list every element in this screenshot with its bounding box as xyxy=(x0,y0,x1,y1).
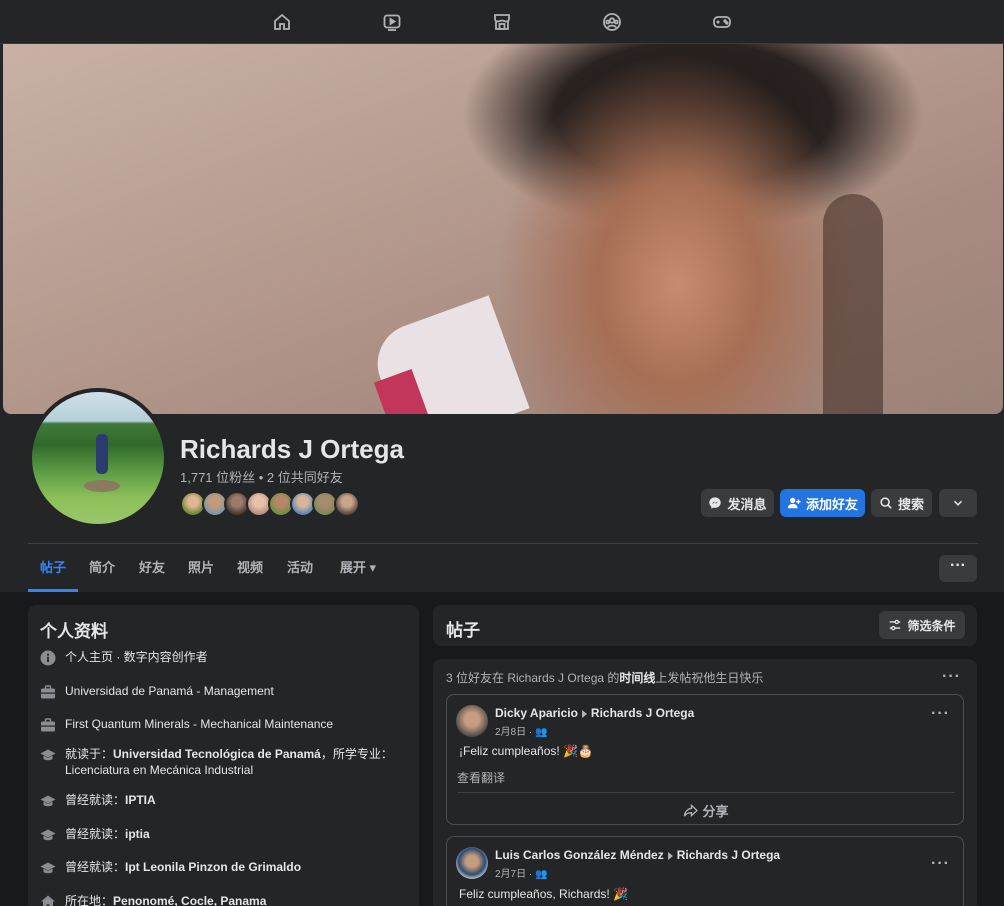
filter-button-label: 筛选条件 xyxy=(907,618,956,633)
intro-item-work: Universidad de Panamá - Management xyxy=(40,683,410,700)
intro-school[interactable]: Universidad Tecnológica de Panamá xyxy=(113,747,321,761)
intro-item-education: 曾经就读：iptia xyxy=(40,826,410,843)
post-author-line: Dicky Aparicio Richards J Ortega xyxy=(495,706,694,720)
messenger-icon xyxy=(709,497,722,509)
tab-more[interactable]: 展开 ▾ xyxy=(328,546,388,592)
intro-prefix: 所在地： xyxy=(65,894,114,906)
intro-suffix: ，所学专业： xyxy=(320,747,393,761)
briefcase-icon xyxy=(40,717,56,733)
share-icon xyxy=(684,803,699,818)
post-divider xyxy=(457,792,955,793)
tab-events[interactable]: 活动 xyxy=(278,546,322,592)
home-location-icon xyxy=(40,894,56,906)
timeline-link[interactable]: 时间线 xyxy=(619,671,655,685)
video-icon[interactable] xyxy=(382,12,402,32)
tab-friends[interactable]: 好友 xyxy=(130,546,174,592)
search-icon xyxy=(880,497,892,509)
post-more-icon[interactable]: ··· xyxy=(931,705,950,723)
post-text: ¡Feliz cumpleaños! 🎉🎂 xyxy=(459,744,593,758)
posts-title: 帖子 xyxy=(446,621,480,640)
cover-photo[interactable] xyxy=(3,44,1003,414)
more-options-button[interactable]: ··· xyxy=(939,555,977,582)
intro-item-text[interactable]: First Quantum Minerals - Mechanical Main… xyxy=(65,716,333,733)
intro-item-education: 曾经就读：IPTIA xyxy=(40,792,410,809)
post-card: Luis Carlos González Méndez Richards J Or… xyxy=(446,836,964,906)
marketplace-icon[interactable] xyxy=(492,12,512,32)
intro-title: 个人资料 xyxy=(40,622,108,641)
arrow-right-icon xyxy=(581,709,587,718)
post-target[interactable]: Richards J Ortega xyxy=(677,848,780,862)
filter-button[interactable]: 筛选条件 xyxy=(879,611,965,639)
add-friend-button[interactable]: 添加好友 xyxy=(780,489,865,517)
post-author[interactable]: Dicky Aparicio xyxy=(495,706,578,720)
expand-button[interactable] xyxy=(939,489,977,517)
message-button[interactable]: 发消息 xyxy=(701,489,774,517)
graduation-cap-icon xyxy=(40,827,56,843)
post-author-line: Luis Carlos González Méndez Richards J Or… xyxy=(495,848,780,862)
intro-item-work: First Quantum Minerals - Mechanical Main… xyxy=(40,716,410,733)
tab-videos[interactable]: 视频 xyxy=(228,546,272,592)
briefcase-icon xyxy=(40,684,56,700)
intro-prefix: 曾经就读： xyxy=(65,793,126,807)
groups-icon[interactable] xyxy=(602,12,622,32)
feed-header: 3 位好友在 Richards J Ortega 的时间线上发帖祝他生日快乐 xyxy=(446,671,764,685)
friends-privacy-icon: 👥 xyxy=(535,727,548,738)
intro-prefix: 曾经就读： xyxy=(65,860,126,874)
intro-location[interactable]: Penonomé, Cocle, Panama xyxy=(113,894,266,906)
post-date[interactable]: 2月8日 · 👥 xyxy=(495,723,547,738)
arrow-right-icon xyxy=(667,851,673,860)
search-button[interactable]: 搜索 xyxy=(871,489,932,517)
info-icon xyxy=(40,650,56,666)
home-icon[interactable] xyxy=(272,12,292,32)
post-author[interactable]: Luis Carlos González Méndez xyxy=(495,848,664,862)
tab-posts[interactable]: 帖子 xyxy=(28,546,78,592)
profile-picture[interactable] xyxy=(28,388,168,528)
chevron-down-icon xyxy=(953,500,963,506)
add-friend-button-label: 添加好友 xyxy=(805,496,858,512)
intro-school[interactable]: Ipt Leonila Pinzon de Grimaldo xyxy=(125,860,301,874)
intro-school[interactable]: iptia xyxy=(125,827,150,841)
share-button[interactable]: 分享 xyxy=(447,801,965,820)
intro-item-education: 曾经就读：Ipt Leonila Pinzon de Grimaldo xyxy=(40,859,410,876)
profile-stats[interactable]: 1,771 位粉丝 • 2 位共同好友 xyxy=(180,467,343,486)
filter-icon xyxy=(890,619,901,631)
avatar[interactable] xyxy=(456,847,488,879)
intro-prefix: 就读于： xyxy=(65,747,114,761)
top-nav-bar xyxy=(0,0,1004,44)
post-target[interactable]: Richards J Ortega xyxy=(591,706,694,720)
profile-name: Richards J Ortega xyxy=(180,434,404,464)
post-more-icon[interactable]: ··· xyxy=(931,855,950,873)
message-button-label: 发消息 xyxy=(727,496,767,512)
intro-card: 个人资料 个人主页 · 数字内容创作者 Universidad de Panam… xyxy=(28,605,419,906)
intro-item-text: 个人主页 · 数字内容创作者 xyxy=(65,650,208,664)
tab-photos[interactable]: 照片 xyxy=(179,546,223,592)
header-divider xyxy=(28,543,978,544)
friends-privacy-icon: 👥 xyxy=(535,869,548,880)
graduation-cap-icon xyxy=(40,747,56,763)
search-button-label: 搜索 xyxy=(897,496,924,512)
intro-major: Licenciatura en Mecánica Industrial xyxy=(65,763,254,777)
intro-item-text[interactable]: Universidad de Panamá - Management xyxy=(65,683,274,700)
graduation-cap-icon xyxy=(40,793,56,809)
intro-item-education: 就读于：Universidad Tecnológica de Panamá，所学… xyxy=(40,746,410,778)
add-user-icon xyxy=(787,497,801,509)
post-date[interactable]: 2月7日 · 👥 xyxy=(495,865,547,880)
graduation-cap-icon xyxy=(40,860,56,876)
intro-school[interactable]: IPTIA xyxy=(125,793,156,807)
intro-item-category: 个人主页 · 数字内容创作者 xyxy=(40,649,410,666)
intro-prefix: 曾经就读： xyxy=(65,827,126,841)
feed-more-icon[interactable]: ··· xyxy=(942,668,961,686)
share-button-label: 分享 xyxy=(702,804,729,819)
post-card: Dicky Aparicio Richards J Ortega 2月8日 · 👥… xyxy=(446,694,964,825)
avatar[interactable] xyxy=(456,705,488,737)
see-translation-link[interactable]: 查看翻译 xyxy=(457,769,505,786)
gaming-icon[interactable] xyxy=(712,12,732,32)
tab-about[interactable]: 简介 xyxy=(80,546,124,592)
friend-avatar[interactable] xyxy=(334,491,360,517)
intro-item-location: 所在地：Penonomé, Cocle, Panama xyxy=(40,893,410,906)
post-text: Feliz cumpleaños, Richards! 🎉 xyxy=(459,887,629,901)
